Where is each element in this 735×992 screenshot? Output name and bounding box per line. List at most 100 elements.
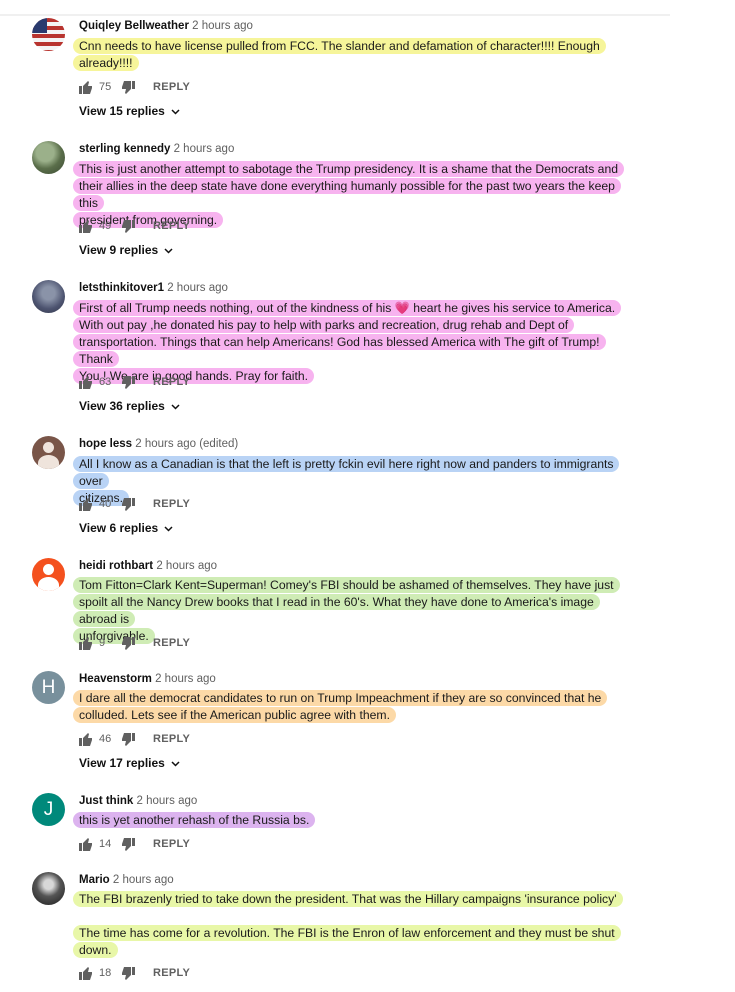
- default-avatar-orange[interactable]: [32, 558, 65, 591]
- like-count: 18: [99, 967, 112, 979]
- view-replies-label: View 6 replies: [79, 521, 159, 535]
- thumb-down-icon[interactable]: [121, 80, 135, 94]
- thumb-up-icon[interactable]: [79, 732, 93, 746]
- thumb-up-icon[interactable]: [79, 497, 93, 511]
- thumb-down-icon[interactable]: [121, 219, 135, 233]
- thumb-down-icon[interactable]: [121, 375, 135, 389]
- author-name[interactable]: letsthinkitover1: [79, 282, 164, 294]
- thumb-up-icon[interactable]: [79, 636, 93, 650]
- view-replies-label: View 9 replies: [79, 243, 159, 257]
- author-name[interactable]: heidi rothbart: [79, 560, 153, 572]
- like-count: 46: [99, 733, 112, 745]
- view-replies-button[interactable]: View 9 replies: [79, 243, 173, 257]
- author-name[interactable]: Quiqley Bellweather: [79, 20, 189, 32]
- reply-button[interactable]: REPLY: [153, 637, 190, 649]
- nature-avatar[interactable]: [32, 141, 65, 174]
- comment-line: All I know as a Canadian is that the lef…: [73, 456, 620, 489]
- top-divider: [0, 14, 670, 16]
- comment-text: First of all Trump needs nothing, out of…: [73, 300, 629, 385]
- comment-line: transportation. Things that can help Ame…: [73, 334, 606, 367]
- comment-line: First of all Trump needs nothing, out of…: [73, 300, 622, 316]
- avatar-initial: J: [43, 799, 54, 820]
- timestamp[interactable]: 2 hours ago: [167, 282, 228, 294]
- comment-text: Cnn needs to have license pulled from FC…: [73, 38, 629, 72]
- comment-line: With out pay ,he donated his pay to help…: [73, 317, 575, 333]
- default-avatar[interactable]: [32, 436, 65, 469]
- comment-actions: 9 REPLY: [79, 635, 190, 651]
- comment-line: their allies in the deep state have done…: [73, 178, 621, 211]
- comment-line: The FBI brazenly tried to take down the …: [73, 891, 623, 907]
- author-name[interactable]: sterling kennedy: [79, 143, 170, 155]
- view-replies-label: View 15 replies: [79, 104, 165, 118]
- view-replies-button[interactable]: View 15 replies: [79, 104, 180, 118]
- comment-line: down.: [73, 942, 118, 958]
- comment-header: Mario 2 hours ago: [79, 872, 174, 888]
- comment-header: Heavenstorm 2 hours ago: [79, 671, 216, 687]
- comment-header: hope less 2 hours ago (edited): [79, 436, 238, 452]
- timestamp[interactable]: 2 hours ago: [192, 20, 253, 32]
- comment-text: The time has come for a revolution. The …: [73, 925, 629, 959]
- reply-button[interactable]: REPLY: [153, 838, 190, 850]
- thumb-up-icon[interactable]: [79, 80, 93, 94]
- comment-line: Cnn needs to have license pulled from FC…: [73, 38, 606, 54]
- like-count: 14: [99, 838, 112, 850]
- group-avatar[interactable]: [32, 280, 65, 313]
- comment-actions: 40 REPLY: [79, 496, 190, 512]
- like-count: 40: [99, 498, 112, 510]
- avatar-initial: H: [41, 677, 56, 698]
- view-replies-label: View 17 replies: [79, 756, 165, 770]
- photo-avatar[interactable]: [32, 872, 65, 905]
- timestamp[interactable]: 2 hours ago: [113, 874, 174, 886]
- thumb-down-icon[interactable]: [121, 966, 135, 980]
- thumb-up-icon[interactable]: [79, 966, 93, 980]
- letter-avatar[interactable]: J: [32, 793, 65, 826]
- comment-header: letsthinkitover1 2 hours ago: [79, 280, 228, 296]
- comment-line: this is yet another rehash of the Russia…: [73, 812, 316, 828]
- author-name[interactable]: hope less: [79, 438, 132, 450]
- thumb-down-icon[interactable]: [121, 732, 135, 746]
- reply-button[interactable]: REPLY: [153, 498, 190, 510]
- thumb-down-icon[interactable]: [121, 837, 135, 851]
- view-replies-button[interactable]: View 6 replies: [79, 521, 173, 535]
- thumb-up-icon[interactable]: [79, 219, 93, 233]
- timestamp[interactable]: 2 hours ago: [156, 560, 217, 572]
- author-name[interactable]: Just think: [79, 795, 133, 807]
- comment-line: The time has come for a revolution. The …: [73, 925, 621, 941]
- comment-header: Just think 2 hours ago: [79, 793, 197, 809]
- comment-line: This is just another attempt to sabotage…: [73, 161, 625, 177]
- timestamp[interactable]: 2 hours ago: [137, 795, 198, 807]
- reply-button[interactable]: REPLY: [153, 733, 190, 745]
- comment-text: I dare all the democrat candidates to ru…: [73, 690, 629, 724]
- comment-line: I dare all the democrat candidates to ru…: [73, 690, 608, 706]
- timestamp[interactable]: 2 hours ago (edited): [135, 438, 238, 450]
- chevron-down-icon: [171, 760, 180, 767]
- author-name[interactable]: Heavenstorm: [79, 673, 152, 685]
- reply-button[interactable]: REPLY: [153, 220, 190, 232]
- comment-text: The FBI brazenly tried to take down the …: [73, 891, 629, 908]
- chevron-down-icon: [164, 247, 173, 254]
- comment-line: Tom Fitton=Clark Kent=Superman! Comey's …: [73, 577, 620, 593]
- flag-avatar[interactable]: [32, 18, 65, 51]
- timestamp[interactable]: 2 hours ago: [155, 673, 216, 685]
- reply-button[interactable]: REPLY: [153, 376, 190, 388]
- thumb-up-icon[interactable]: [79, 837, 93, 851]
- view-replies-button[interactable]: View 17 replies: [79, 756, 180, 770]
- comment-header: Quiqley Bellweather 2 hours ago: [79, 18, 253, 34]
- timestamp[interactable]: 2 hours ago: [174, 143, 235, 155]
- chevron-down-icon: [171, 108, 180, 115]
- comment-actions: 46 REPLY: [79, 731, 190, 747]
- thumb-up-icon[interactable]: [79, 375, 93, 389]
- letter-avatar[interactable]: H: [32, 671, 65, 704]
- chevron-down-icon: [164, 525, 173, 532]
- like-count: 75: [99, 81, 112, 93]
- thumb-down-icon[interactable]: [121, 497, 135, 511]
- reply-button[interactable]: REPLY: [153, 967, 190, 979]
- comment-text: this is yet another rehash of the Russia…: [73, 812, 629, 829]
- view-replies-button[interactable]: View 36 replies: [79, 399, 180, 413]
- comment-actions: 75 REPLY: [79, 79, 190, 95]
- reply-button[interactable]: REPLY: [153, 81, 190, 93]
- author-name[interactable]: Mario: [79, 874, 110, 886]
- thumb-down-icon[interactable]: [121, 636, 135, 650]
- chevron-down-icon: [171, 403, 180, 410]
- comment-header: heidi rothbart 2 hours ago: [79, 558, 217, 574]
